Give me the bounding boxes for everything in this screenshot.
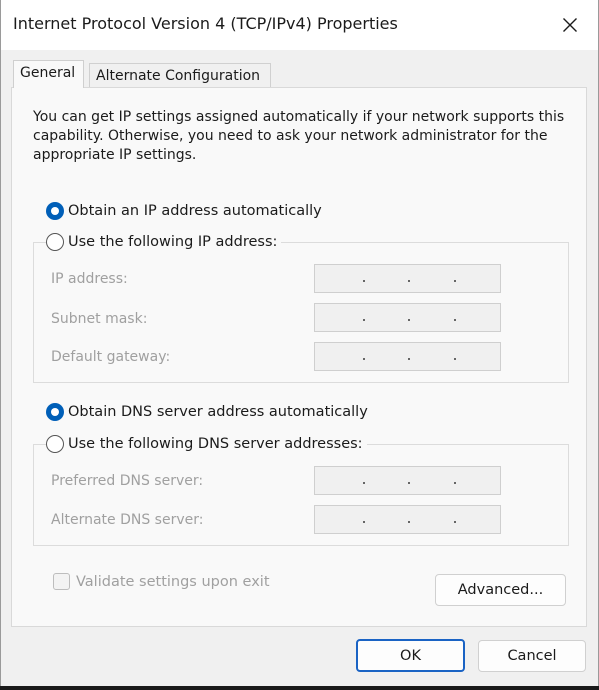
preferred-dns-input[interactable] xyxy=(314,466,501,495)
window-title: Internet Protocol Version 4 (TCP/IPv4) P… xyxy=(13,14,398,33)
validate-settings-label: Validate settings upon exit xyxy=(76,573,270,590)
obtain-dns-auto-label: Obtain DNS server address automatically xyxy=(68,404,368,420)
dialog-client-area: General Alternate Configuration You can … xyxy=(1,50,598,686)
use-following-ip-label: Use the following IP address: xyxy=(68,234,278,250)
radio-unchecked-icon xyxy=(46,233,64,251)
ip-separator-dot xyxy=(408,280,410,282)
preferred-dns-label: Preferred DNS server: xyxy=(51,473,204,489)
title-bar[interactable]: Internet Protocol Version 4 (TCP/IPv4) P… xyxy=(1,0,598,50)
use-following-dns-radio[interactable]: Use the following DNS server addresses: xyxy=(46,435,367,453)
dns-server-group: Preferred DNS server: Alternate DNS serv… xyxy=(33,444,569,546)
general-tab-panel: You can get IP settings assigned automat… xyxy=(11,87,587,627)
alternate-dns-label: Alternate DNS server: xyxy=(51,512,204,528)
tab-general[interactable]: General xyxy=(13,60,84,88)
close-icon xyxy=(563,18,577,32)
window-bottom-edge xyxy=(0,686,599,690)
checkbox-unchecked-icon xyxy=(53,573,70,590)
ip-separator-dot xyxy=(363,482,365,484)
advanced-button[interactable]: Advanced... xyxy=(435,574,566,606)
ip-separator-dot xyxy=(408,521,410,523)
ip-address-group: IP address: Subnet mask: Default gateway… xyxy=(33,242,569,383)
ip-separator-dot xyxy=(363,521,365,523)
ip-separator-dot xyxy=(454,358,456,360)
radio-checked-icon xyxy=(46,403,64,421)
radio-unchecked-icon xyxy=(46,435,64,453)
dialog-window: Internet Protocol Version 4 (TCP/IPv4) P… xyxy=(0,0,599,687)
close-button[interactable] xyxy=(550,6,590,44)
alternate-dns-input[interactable] xyxy=(314,505,501,534)
ip-separator-dot xyxy=(454,280,456,282)
default-gateway-input[interactable] xyxy=(314,342,501,371)
subnet-mask-label: Subnet mask: xyxy=(51,311,148,327)
ip-separator-dot xyxy=(454,521,456,523)
obtain-ip-auto-radio[interactable]: Obtain an IP address automatically xyxy=(46,202,326,220)
cancel-button[interactable]: Cancel xyxy=(478,640,586,672)
ip-separator-dot xyxy=(363,280,365,282)
obtain-dns-auto-radio[interactable]: Obtain DNS server address automatically xyxy=(46,403,372,421)
tab-general-label: General xyxy=(20,65,76,81)
ip-separator-dot xyxy=(454,482,456,484)
ip-address-input[interactable] xyxy=(314,264,501,293)
use-following-dns-label: Use the following DNS server addresses: xyxy=(68,436,363,452)
default-gateway-label: Default gateway: xyxy=(51,349,171,365)
validate-settings-checkbox[interactable]: Validate settings upon exit xyxy=(53,573,270,590)
ip-separator-dot xyxy=(363,358,365,360)
tab-alternate-configuration[interactable]: Alternate Configuration xyxy=(89,63,271,89)
ip-separator-dot xyxy=(408,482,410,484)
radio-checked-icon xyxy=(46,202,64,220)
ip-separator-dot xyxy=(363,319,365,321)
tab-alternate-configuration-label: Alternate Configuration xyxy=(96,68,261,84)
ip-separator-dot xyxy=(408,358,410,360)
use-following-ip-radio[interactable]: Use the following IP address: xyxy=(46,233,282,251)
subnet-mask-input[interactable] xyxy=(314,303,501,332)
obtain-ip-auto-label: Obtain an IP address automatically xyxy=(68,203,322,219)
ip-separator-dot xyxy=(454,319,456,321)
description-text: You can get IP settings assigned automat… xyxy=(33,109,565,163)
ip-separator-dot xyxy=(408,319,410,321)
ip-address-label: IP address: xyxy=(51,271,128,287)
ok-button[interactable]: OK xyxy=(356,639,465,672)
